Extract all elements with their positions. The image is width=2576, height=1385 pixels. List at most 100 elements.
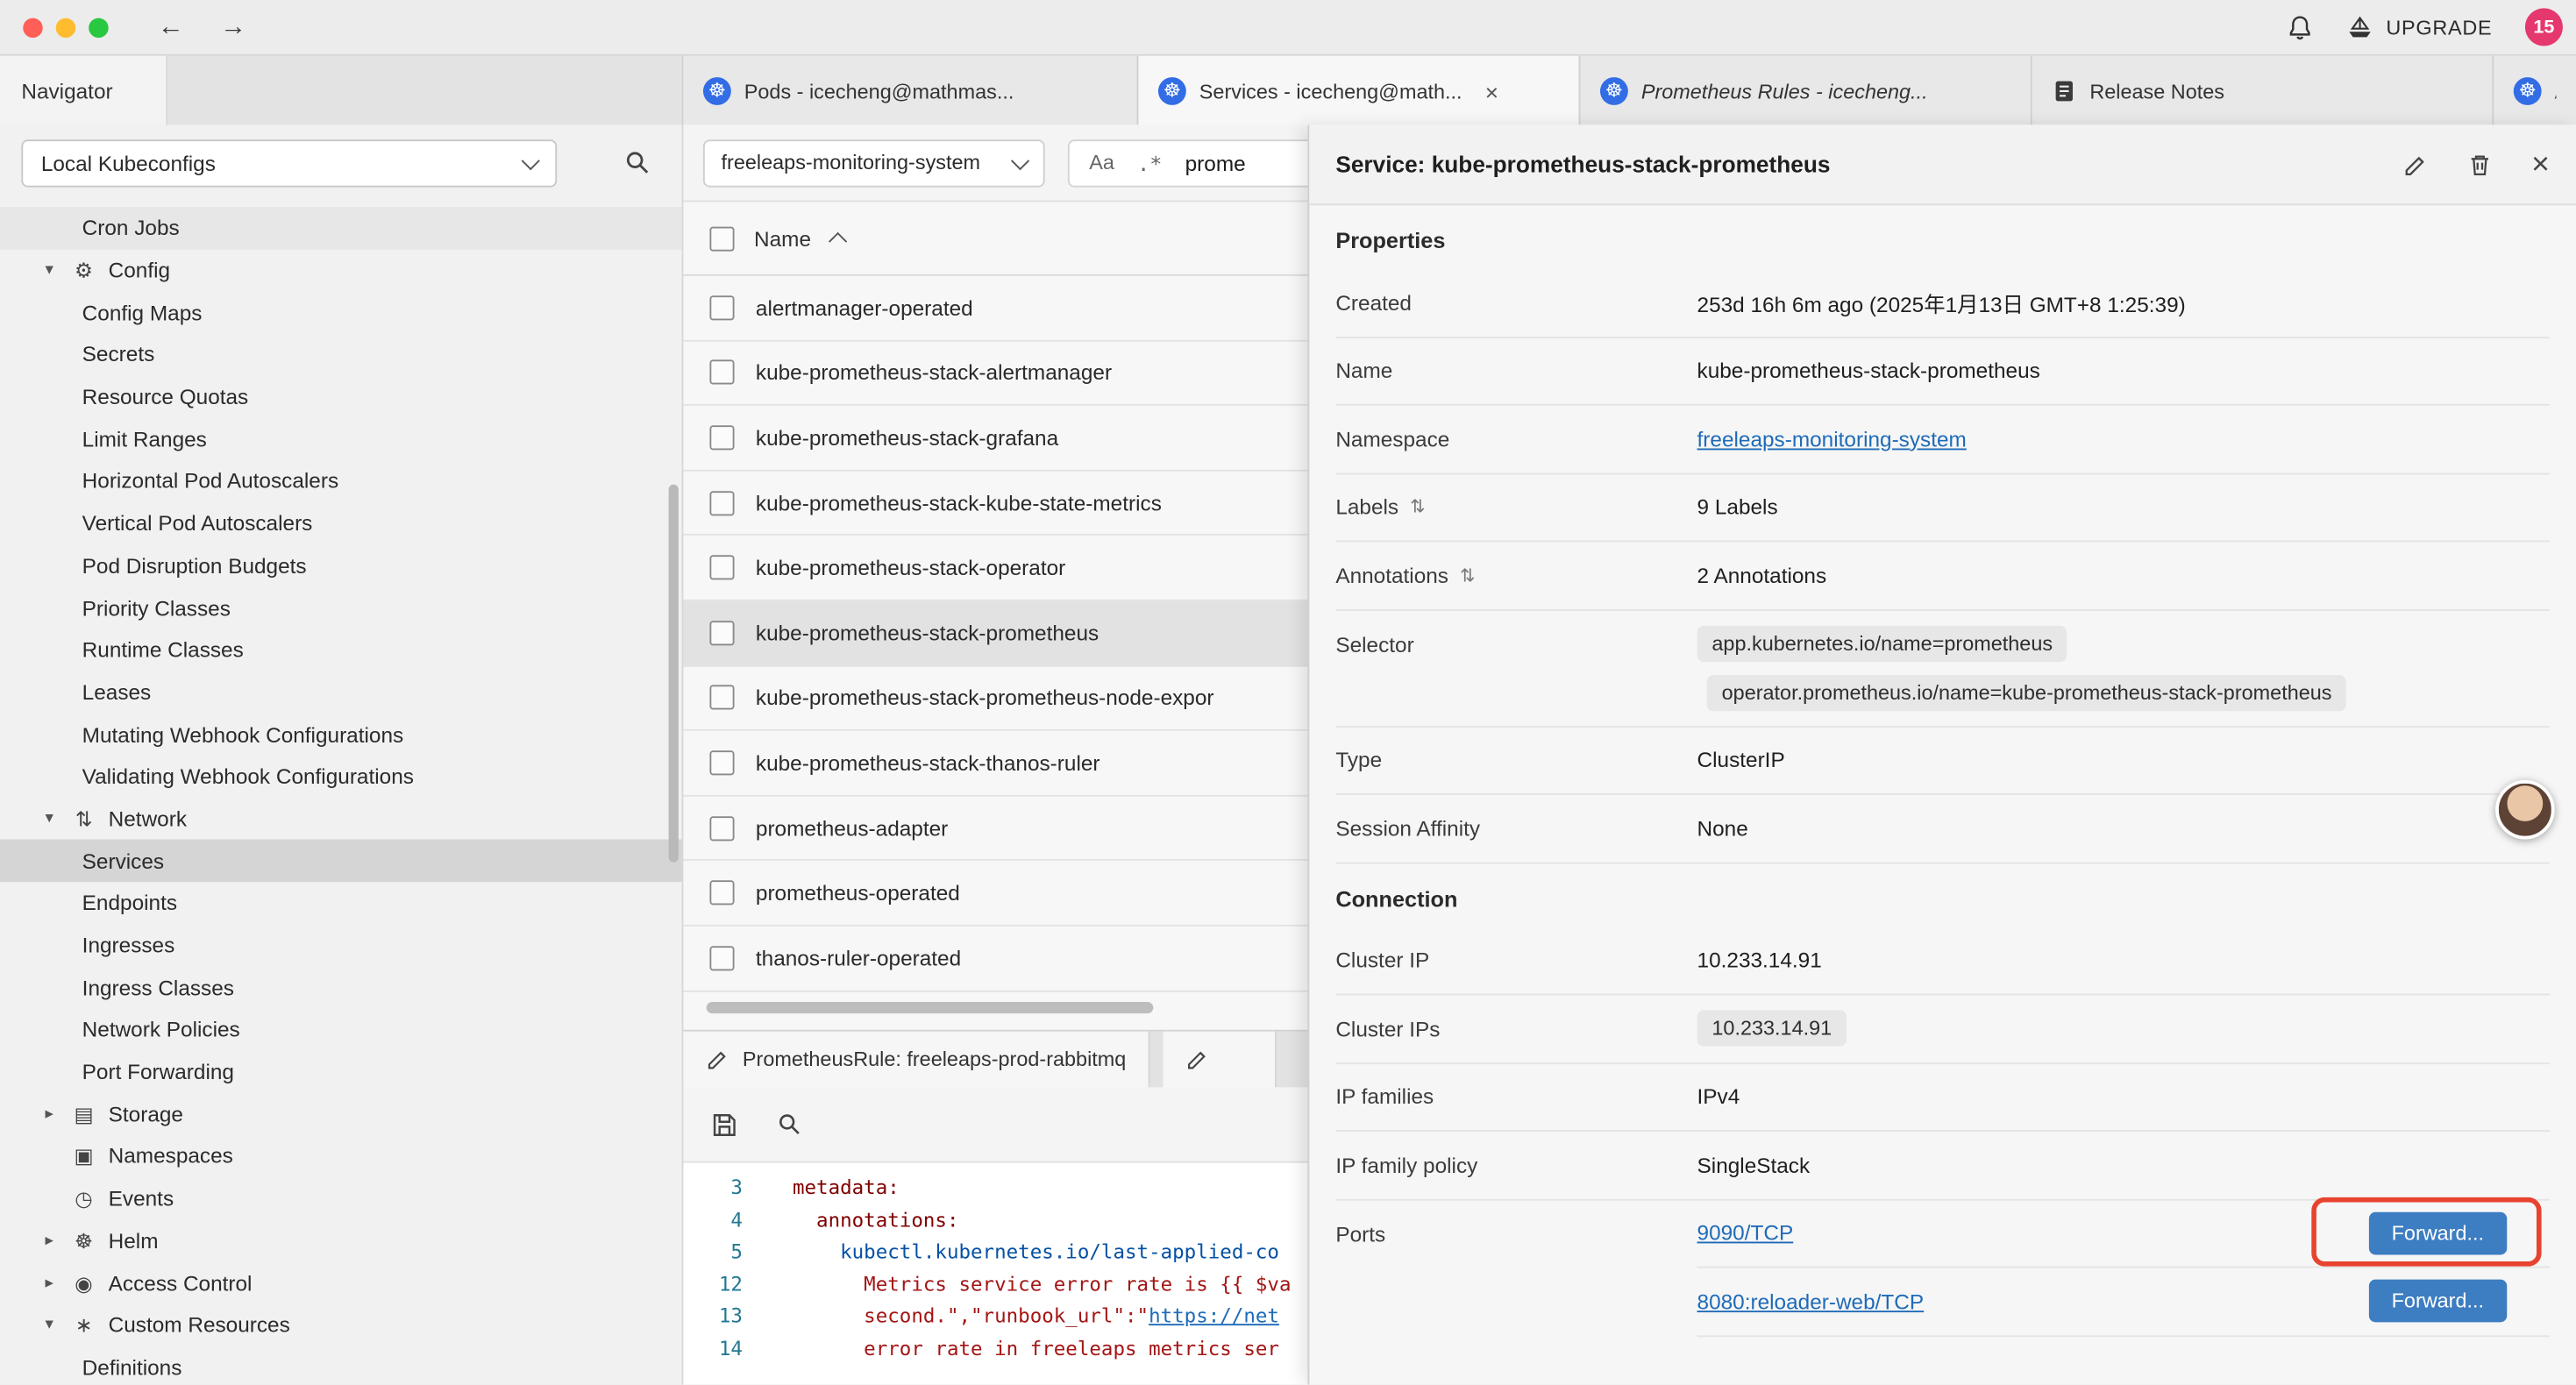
forward-button[interactable]: Forward... bbox=[2368, 1280, 2507, 1323]
tree-chevron-icon[interactable]: ▸ bbox=[39, 1232, 59, 1250]
sidebar-item[interactable]: Horizontal Pod Autoscalers bbox=[0, 460, 682, 502]
tab-release-notes[interactable]: Release Notes bbox=[2032, 56, 2494, 127]
horizontal-scrollbar[interactable] bbox=[707, 1002, 1154, 1013]
details-header: Service: kube-prometheus-stack-prometheu… bbox=[1309, 124, 2576, 205]
tab-pods[interactable]: ☸ Pods - icecheng@mathmas... bbox=[683, 56, 1138, 127]
maximize-window-button[interactable] bbox=[89, 18, 108, 37]
sidebar-item[interactable]: Services bbox=[0, 840, 682, 882]
sidebar-item[interactable]: Secrets bbox=[0, 333, 682, 375]
namespace-link[interactable]: freeleaps-monitoring-system bbox=[1697, 427, 1967, 451]
expand-toggle-icon[interactable]: ⇅ bbox=[1460, 565, 1475, 586]
sidebar-item[interactable]: Limit Ranges bbox=[0, 418, 682, 460]
back-arrow-icon[interactable]: ← bbox=[158, 14, 184, 40]
tree-chevron-icon[interactable]: ▸ bbox=[39, 1105, 59, 1124]
sidebar-item[interactable]: ▸ ☸ Helm bbox=[0, 1219, 682, 1261]
namespace-dropdown[interactable]: freeleaps-monitoring-system bbox=[703, 138, 1045, 186]
sidebar-item[interactable]: ▣ Namespaces bbox=[0, 1135, 682, 1177]
close-panel-icon[interactable]: × bbox=[2531, 149, 2550, 181]
edit-pencil-icon[interactable] bbox=[2403, 152, 2428, 176]
name-column-header[interactable]: Name bbox=[754, 226, 811, 251]
delete-trash-icon[interactable] bbox=[2467, 152, 2492, 176]
sidebar-item[interactable]: Runtime Classes bbox=[0, 629, 682, 671]
sidebar-item[interactable]: ▾ ⇅ Network bbox=[0, 798, 682, 840]
notification-count-badge[interactable]: 15 bbox=[2525, 8, 2563, 46]
row-checkbox[interactable] bbox=[709, 295, 734, 320]
tree-chevron-icon[interactable]: ▸ bbox=[39, 1274, 59, 1292]
row-checkbox[interactable] bbox=[709, 360, 734, 385]
row-checkbox[interactable] bbox=[709, 946, 734, 970]
regex-toggle[interactable]: .* bbox=[1137, 150, 1162, 174]
sidebar-item[interactable]: ▸ ▤ Storage bbox=[0, 1093, 682, 1135]
sidebar-item[interactable]: Validating Webhook Configurations bbox=[0, 756, 682, 798]
sidebar-item[interactable]: Resource Quotas bbox=[0, 376, 682, 418]
sidebar-item[interactable]: Network Policies bbox=[0, 1009, 682, 1051]
sort-ascending-icon[interactable] bbox=[828, 232, 846, 251]
sidebar-item[interactable]: Cron Jobs bbox=[0, 207, 682, 249]
user-avatar[interactable] bbox=[2495, 780, 2554, 839]
port-link[interactable]: 9090/TCP bbox=[1697, 1221, 1794, 1246]
network-arrows-icon: ⇅ bbox=[71, 806, 97, 831]
tree-chevron-icon[interactable]: ▾ bbox=[39, 261, 59, 280]
sidebar-item[interactable]: Port Forwarding bbox=[0, 1051, 682, 1093]
save-icon[interactable] bbox=[711, 1112, 737, 1138]
close-tab-icon[interactable]: × bbox=[1485, 80, 1498, 103]
sidebar-item[interactable]: ▸ ◉ Access Control bbox=[0, 1261, 682, 1303]
notifications-bell-icon[interactable] bbox=[2288, 14, 2314, 40]
forward-button[interactable]: Forward... bbox=[2368, 1211, 2507, 1254]
kubernetes-icon: ☸ bbox=[2514, 77, 2542, 105]
labels-count-value[interactable]: 9 Labels bbox=[1697, 494, 2550, 519]
row-checkbox[interactable] bbox=[709, 881, 734, 906]
sidebar-item-label: Events bbox=[109, 1186, 174, 1211]
match-case-toggle[interactable]: Aa bbox=[1089, 151, 1114, 174]
sidebar-item[interactable]: Leases bbox=[0, 671, 682, 714]
row-checkbox[interactable] bbox=[709, 556, 734, 580]
row-checkbox[interactable] bbox=[709, 621, 734, 645]
annotations-count-value[interactable]: 2 Annotations bbox=[1697, 563, 2550, 587]
row-checkbox[interactable] bbox=[709, 815, 734, 840]
sidebar-scrollbar[interactable] bbox=[669, 485, 679, 863]
forward-arrow-icon[interactable]: → bbox=[220, 14, 246, 40]
namespaces-icon: ▣ bbox=[71, 1144, 97, 1168]
minimize-window-button[interactable] bbox=[56, 18, 75, 37]
sidebar-item[interactable]: Ingresses bbox=[0, 924, 682, 966]
sidebar-search-icon[interactable] bbox=[624, 150, 651, 176]
sidebar-item[interactable]: ◷ Events bbox=[0, 1177, 682, 1219]
sidebar-item[interactable]: Priority Classes bbox=[0, 586, 682, 629]
sidebar-item[interactable]: Vertical Pod Autoscalers bbox=[0, 502, 682, 544]
tab-prometheus-rules[interactable]: ☸ Prometheus Rules - icecheng... bbox=[1580, 56, 2032, 127]
line-number: 14 bbox=[683, 1333, 768, 1366]
tree-chevron-icon[interactable]: ▾ bbox=[39, 1316, 59, 1334]
detail-row-namespace: Namespace freeleaps-monitoring-system bbox=[1335, 406, 2550, 474]
sidebar-item[interactable]: Pod Disruption Budgets bbox=[0, 544, 682, 586]
row-checkbox[interactable] bbox=[709, 490, 734, 515]
editor-search-icon[interactable] bbox=[777, 1112, 801, 1136]
close-window-button[interactable] bbox=[23, 18, 42, 37]
upgrade-button[interactable]: UPGRADE bbox=[2346, 16, 2492, 39]
service-name: kube-prometheus-stack-thanos-ruler bbox=[756, 750, 1100, 775]
row-checkbox[interactable] bbox=[709, 750, 734, 775]
kubernetes-icon: ☸ bbox=[1600, 77, 1628, 105]
sidebar-item[interactable]: ▾ ⚙ Config bbox=[0, 249, 682, 291]
dock-tab-partial[interactable] bbox=[1163, 1032, 1277, 1088]
sidebar-item[interactable]: ▾ ∗ Custom Resources bbox=[0, 1303, 682, 1346]
tree-chevron-icon[interactable]: ▾ bbox=[39, 810, 59, 828]
namespace-dropdown-value: freeleaps-monitoring-system bbox=[722, 151, 980, 174]
tab-argo[interactable]: ☸ Argo Se bbox=[2494, 56, 2576, 127]
sidebar-item-label: Horizontal Pod Autoscalers bbox=[82, 469, 338, 494]
select-all-checkbox[interactable] bbox=[709, 226, 734, 251]
sidebar-item[interactable]: Config Maps bbox=[0, 291, 682, 333]
window-titlebar: ← → UPGRADE 15 bbox=[0, 0, 2576, 56]
sidebar-item[interactable]: Mutating Webhook Configurations bbox=[0, 714, 682, 756]
expand-toggle-icon[interactable]: ⇅ bbox=[1410, 496, 1425, 517]
row-checkbox[interactable] bbox=[709, 425, 734, 450]
port-link[interactable]: 8080:reloader-web/TCP bbox=[1697, 1289, 1925, 1313]
code-segment: metadata: bbox=[769, 1173, 900, 1205]
row-checkbox[interactable] bbox=[709, 685, 734, 710]
sidebar-item[interactable]: Definitions bbox=[0, 1346, 682, 1385]
dock-tab-prometheusrule[interactable]: PrometheusRule: freeleaps-prod-rabbitmq bbox=[683, 1032, 1150, 1088]
sidebar-item[interactable]: Ingress Classes bbox=[0, 966, 682, 1008]
sidebar-item[interactable]: Endpoints bbox=[0, 882, 682, 924]
service-name: kube-prometheus-stack-operator bbox=[756, 556, 1065, 580]
kubeconfig-dropdown[interactable]: Local Kubeconfigs bbox=[21, 138, 557, 186]
tab-services[interactable]: ☸ Services - icecheng@math... × bbox=[1138, 56, 1580, 127]
